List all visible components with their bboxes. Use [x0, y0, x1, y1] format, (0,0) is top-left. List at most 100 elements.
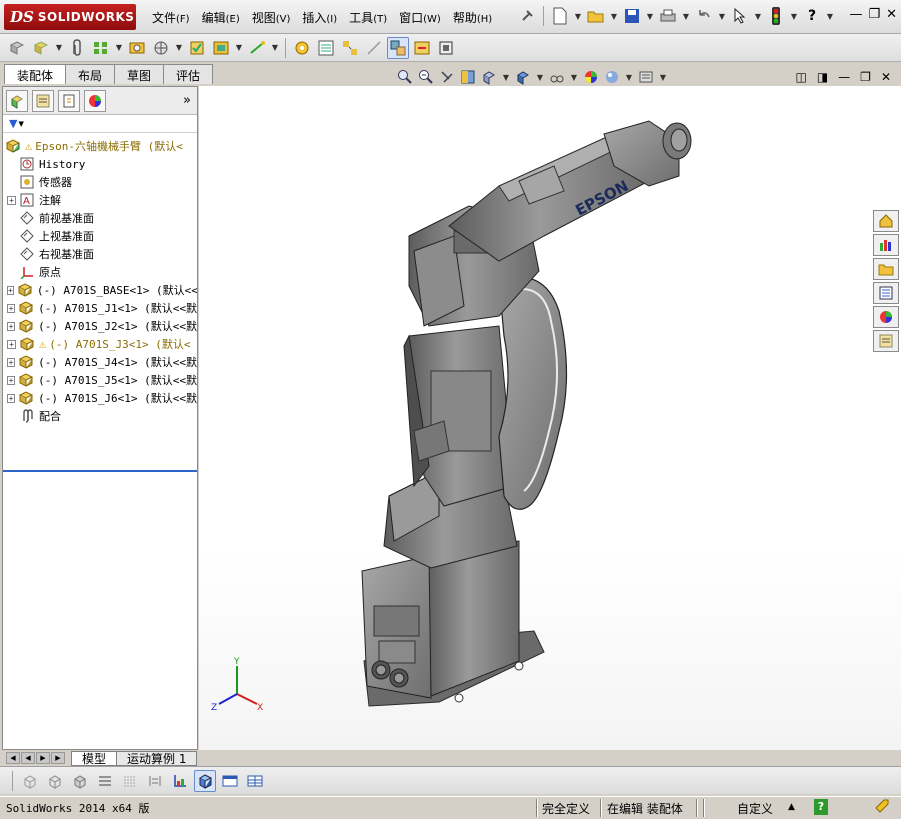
next-tab-icon[interactable]: ▶ — [36, 752, 50, 764]
menu-file[interactable]: 文件(F) — [146, 9, 196, 26]
table-view-icon[interactable] — [244, 770, 266, 792]
viewport-minimize-icon[interactable]: — — [838, 70, 850, 84]
minimize-icon[interactable]: — — [849, 7, 862, 22]
tree-item[interactable]: + (-) A701S_J4<1> (默认<<默 — [3, 353, 197, 371]
property-manager-tab-icon[interactable] — [32, 89, 54, 112]
expand-toggle-icon[interactable]: + — [7, 303, 16, 313]
tab-sketch[interactable]: 草图 — [114, 64, 165, 84]
tree-item[interactable]: + (-) A701S_J5<1> (默认<<默 — [3, 371, 197, 389]
tree-item[interactable]: 上视基准面 — [3, 227, 197, 245]
tree-item[interactable]: 右视基准面 — [3, 245, 197, 263]
print-dropdown-icon[interactable]: ▼ — [681, 12, 691, 21]
expand-toggle-icon[interactable]: + — [7, 285, 14, 295]
help-question-icon[interactable]: ? — [801, 5, 823, 27]
wireframe-icon[interactable] — [19, 770, 41, 792]
viewport-split2-icon[interactable]: ◨ — [817, 70, 828, 84]
display-style-dropdown-icon[interactable]: ▼ — [535, 73, 545, 82]
new-document-icon[interactable] — [549, 5, 571, 27]
hide-show-items-icon[interactable] — [548, 68, 566, 86]
instant3d-icon[interactable] — [435, 37, 457, 59]
menu-help[interactable]: 帮助(H) — [447, 9, 498, 26]
hide-show-dropdown-icon[interactable]: ▼ — [569, 73, 579, 82]
prev-tab-icon[interactable]: ◀ — [21, 752, 35, 764]
reference-geometry-icon[interactable] — [246, 37, 268, 59]
display-style-icon[interactable] — [514, 68, 532, 86]
bill-of-materials-icon[interactable] — [315, 37, 337, 59]
pin-icon[interactable] — [516, 5, 538, 27]
tree-item[interactable]: 原点 — [3, 263, 197, 281]
select-dropdown-icon[interactable]: ▼ — [753, 12, 763, 21]
robot-model[interactable]: EPSON Y X Z — [199, 86, 901, 750]
close-icon[interactable]: ✕ — [886, 7, 897, 22]
tab-model[interactable]: 模型 — [71, 750, 118, 766]
tree-item[interactable]: 配合 — [3, 407, 197, 425]
grid-lines-icon[interactable] — [119, 770, 141, 792]
expand-toggle-icon[interactable]: + — [7, 375, 16, 385]
expand-toggle-icon[interactable]: + — [7, 339, 16, 349]
apply-scene-icon[interactable] — [603, 68, 621, 86]
tab-assembly[interactable]: 装配体 — [4, 64, 67, 84]
assembly-features-icon[interactable] — [210, 37, 232, 59]
align-icon[interactable] — [144, 770, 166, 792]
solidworks-resources-icon[interactable] — [873, 210, 899, 232]
configuration-manager-tab-icon[interactable] — [58, 89, 80, 112]
select-arrow-icon[interactable] — [729, 5, 751, 27]
display-manager-tab-icon[interactable] — [84, 89, 106, 112]
design-library-icon[interactable] — [873, 234, 899, 256]
feature-tree-tab-icon[interactable] — [6, 89, 28, 112]
edit-appearance-icon[interactable] — [582, 68, 600, 86]
pattern-dropdown-icon[interactable]: ▼ — [114, 43, 124, 52]
save-icon[interactable] — [621, 5, 643, 27]
custom-properties-icon[interactable] — [873, 330, 899, 352]
previous-view-icon[interactable] — [438, 68, 456, 86]
component-dropdown-icon[interactable]: ▼ — [54, 43, 64, 52]
solidworks-logo[interactable]: DS SOLIDWORKS — [4, 4, 136, 30]
explode-line-sketch-icon[interactable] — [363, 37, 385, 59]
expand-toggle-icon[interactable]: + — [7, 357, 16, 367]
refgeom-dropdown-icon[interactable]: ▼ — [270, 43, 280, 52]
tree-item[interactable]: 传感器 — [3, 173, 197, 191]
tag-icon[interactable] — [874, 798, 890, 817]
view-settings-icon[interactable] — [637, 68, 655, 86]
hidden-lines-removed-icon[interactable] — [69, 770, 91, 792]
clearance-verification-icon[interactable] — [411, 37, 433, 59]
undo-dropdown-icon[interactable]: ▼ — [717, 12, 727, 21]
new-part-icon[interactable] — [30, 37, 52, 59]
filter-dropdown-icon[interactable]: ▼ — [18, 120, 23, 128]
view-settings-dropdown-icon[interactable]: ▼ — [658, 73, 668, 82]
hidden-lines-visible-icon[interactable] — [44, 770, 66, 792]
restore-icon[interactable]: ❐ — [868, 7, 880, 22]
viewport-split-icon[interactable]: ◫ — [795, 70, 806, 84]
tree-root-assembly[interactable]: ⚠ Epson-六轴機械手臂 (默认< — [3, 137, 197, 155]
move-component-icon[interactable] — [150, 37, 172, 59]
mate-paperclip-icon[interactable] — [66, 37, 88, 59]
list-lines-icon[interactable] — [94, 770, 116, 792]
tree-item[interactable]: + A 注解 — [3, 191, 197, 209]
insert-component-icon[interactable] — [6, 37, 28, 59]
last-tab-icon[interactable]: ▶ — [51, 752, 65, 764]
menu-edit[interactable]: 编辑(E) — [196, 9, 246, 26]
features-dropdown-icon[interactable]: ▼ — [234, 43, 244, 52]
print-icon[interactable] — [657, 5, 679, 27]
appearances-icon[interactable] — [873, 306, 899, 328]
zoom-to-area-icon[interactable] — [417, 68, 435, 86]
menu-view[interactable]: 视图(V) — [246, 9, 297, 26]
tree-item[interactable]: History — [3, 155, 197, 173]
view-orientation-dropdown-icon[interactable]: ▼ — [501, 73, 511, 82]
rebuild-traffic-light-icon[interactable] — [765, 5, 787, 27]
first-tab-icon[interactable]: ◀ — [6, 752, 20, 764]
axis-display-icon[interactable] — [169, 770, 191, 792]
smart-fasteners-icon[interactable] — [126, 37, 148, 59]
help-dropdown-icon[interactable]: ▼ — [825, 12, 835, 21]
graphics-area[interactable]: EPSON Y X Z — [199, 86, 901, 750]
status-units[interactable]: 自定义 — [737, 800, 773, 817]
units-up-arrow-icon[interactable]: ▲ — [788, 802, 795, 812]
new-dropdown-icon[interactable]: ▼ — [573, 12, 583, 21]
filter-funnel-icon[interactable]: ▼ — [9, 117, 17, 130]
tab-layout[interactable]: 布局 — [65, 64, 116, 84]
expand-toggle-icon[interactable]: + — [7, 195, 16, 205]
menu-window[interactable]: 窗口(W) — [393, 9, 447, 26]
tree-item[interactable]: 前视基准面 — [3, 209, 197, 227]
scene-dropdown-icon[interactable]: ▼ — [624, 73, 634, 82]
tree-rollback-bar[interactable] — [3, 470, 197, 472]
